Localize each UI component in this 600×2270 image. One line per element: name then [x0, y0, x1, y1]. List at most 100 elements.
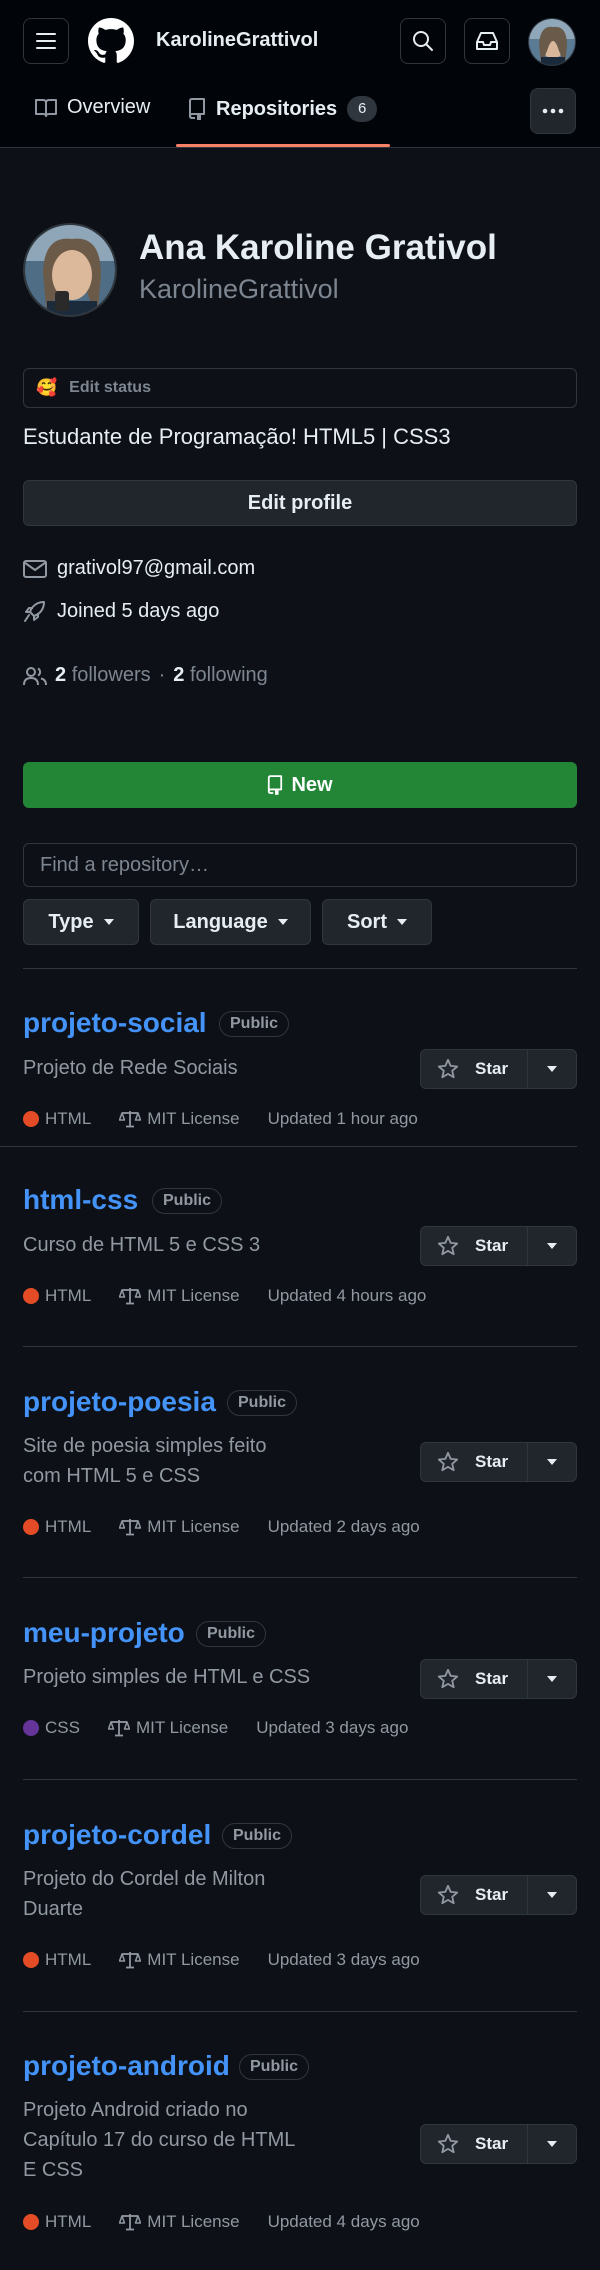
star-list-dropdown[interactable]	[528, 1876, 576, 1914]
following-link[interactable]: 2 following	[173, 664, 268, 687]
language-color-dot	[23, 1720, 39, 1736]
menu-icon	[35, 32, 57, 50]
star-button[interactable]: Star	[421, 1876, 528, 1914]
avatar[interactable]	[528, 18, 576, 66]
followers-count: 2	[55, 664, 67, 686]
repo-name-link[interactable]: meu-projeto	[23, 1617, 185, 1649]
repo-updated: Updated 4 days ago	[267, 2212, 420, 2231]
triangle-down-icon	[547, 1892, 557, 1898]
tab-repositories[interactable]: Repositories 6	[188, 96, 378, 122]
repo-license-label: MIT License	[147, 1109, 240, 1128]
star-label: Star	[475, 1452, 509, 1471]
tab-overview[interactable]: Overview	[35, 96, 150, 119]
repo-license: MIT License	[119, 2212, 240, 2232]
repo-updated: Updated 1 hour ago	[267, 1109, 418, 1128]
repo-meta: HTML MIT License Updated 4 hours ago	[23, 1286, 426, 1306]
repo-license: MIT License	[119, 1286, 240, 1306]
status-emoji: 🥰	[36, 378, 58, 397]
repo-license-label: MIT License	[147, 1286, 240, 1305]
repo-description: Projeto de Rede Sociais	[23, 1057, 238, 1079]
rocket-icon	[23, 599, 47, 623]
new-repository-button[interactable]: New	[23, 762, 577, 808]
repo-language-label: HTML	[45, 2212, 92, 2231]
repo-license: MIT License	[119, 1950, 240, 1970]
visibility-badge: Public	[219, 1011, 290, 1037]
star-button[interactable]: Star	[421, 1227, 528, 1265]
repo-language: HTML	[23, 2212, 91, 2232]
star-list-dropdown[interactable]	[528, 1227, 576, 1265]
repo-meta: HTML MIT License Updated 2 days ago	[23, 1517, 420, 1537]
language-color-dot	[23, 1288, 39, 1304]
find-repository-input[interactable]	[23, 843, 577, 887]
repo-language: HTML	[23, 1517, 91, 1537]
profile-avatar[interactable]	[23, 223, 117, 317]
profile-joined-row: Joined 5 days ago	[23, 599, 219, 623]
header-username[interactable]: KarolineGrattivol	[156, 29, 318, 52]
star-icon	[437, 1235, 459, 1257]
menu-button[interactable]	[23, 18, 69, 64]
star-button[interactable]: Star	[421, 1660, 528, 1698]
repo-language-label: CSS	[45, 1718, 80, 1737]
repo-description: Projeto do Cordel de Milton Duarte	[23, 1868, 266, 1920]
repo-license-label: MIT License	[147, 1517, 240, 1536]
visibility-badge: Public	[196, 1621, 267, 1647]
star-icon	[437, 1884, 459, 1906]
repo-name-link[interactable]: html-css	[23, 1184, 138, 1216]
following-count: 2	[173, 664, 185, 686]
profile-bio: Estudante de Programação! HTML5 | CSS3	[23, 424, 451, 449]
divider	[23, 1346, 577, 1347]
repo-name-link[interactable]: projeto-android	[23, 2050, 230, 2082]
repo-license-label: MIT License	[147, 1950, 240, 1969]
github-logo-icon[interactable]	[88, 18, 134, 64]
followers-link[interactable]: 2 followers	[55, 664, 151, 687]
follow-separator: ·	[158, 664, 166, 686]
language-color-dot	[23, 2214, 39, 2230]
repo-language: CSS	[23, 1718, 80, 1738]
star-list-dropdown[interactable]	[528, 1443, 576, 1481]
repo-name-link[interactable]: projeto-cordel	[23, 1819, 211, 1851]
law-icon	[119, 1951, 142, 1969]
visibility-badge: Public	[227, 1390, 298, 1416]
star-label: Star	[475, 1059, 509, 1078]
repo-updated: Updated 3 days ago	[256, 1718, 409, 1737]
repo-language-label: HTML	[45, 1286, 92, 1305]
profile-full-name: Ana Karoline Grativol	[139, 228, 497, 267]
star-label: Star	[475, 1669, 509, 1688]
type-filter-button[interactable]: Type	[23, 899, 139, 945]
inbox-icon	[475, 31, 499, 51]
star-icon	[437, 1058, 459, 1080]
book-icon	[35, 98, 57, 118]
star-button[interactable]: Star	[421, 2125, 528, 2163]
triangle-down-icon	[397, 919, 407, 925]
sort-filter-button[interactable]: Sort	[322, 899, 432, 945]
language-filter-button[interactable]: Language	[150, 899, 311, 945]
repo-name-link[interactable]: projeto-social	[23, 1007, 207, 1039]
inbox-button[interactable]	[464, 18, 510, 64]
repo-meta: CSS MIT License Updated 3 days ago	[23, 1718, 408, 1738]
law-icon	[119, 2213, 142, 2231]
repo-meta: HTML MIT License Updated 1 hour ago	[23, 1109, 418, 1129]
more-options-button[interactable]	[530, 88, 576, 134]
profile-email[interactable]: grativol97@gmail.com	[57, 557, 255, 580]
repo-description: Curso de HTML 5 e CSS 3	[23, 1234, 261, 1256]
visibility-badge: Public	[152, 1188, 223, 1214]
repo-name-link[interactable]: projeto-poesia	[23, 1386, 216, 1418]
repo-updated: Updated 4 hours ago	[267, 1286, 427, 1305]
edit-status-label: Edit status	[69, 379, 151, 396]
repo-updated: Updated 2 days ago	[267, 1517, 420, 1536]
divider	[23, 968, 577, 969]
star-list-dropdown[interactable]	[528, 1050, 576, 1088]
star-label: Star	[475, 1236, 509, 1255]
repo-icon	[188, 98, 206, 120]
star-list-dropdown[interactable]	[528, 2125, 576, 2163]
star-list-dropdown[interactable]	[528, 1660, 576, 1698]
star-button[interactable]: Star	[421, 1050, 528, 1088]
search-button[interactable]	[400, 18, 446, 64]
tab-overview-label: Overview	[67, 96, 151, 118]
star-label: Star	[475, 2134, 509, 2153]
star-button[interactable]: Star	[421, 1443, 528, 1481]
sort-filter-label: Sort	[347, 910, 387, 933]
star-button-group: Star	[420, 1659, 577, 1699]
edit-status-button[interactable]: 🥰 Edit status	[23, 368, 577, 408]
edit-profile-button[interactable]: Edit profile	[23, 480, 577, 526]
